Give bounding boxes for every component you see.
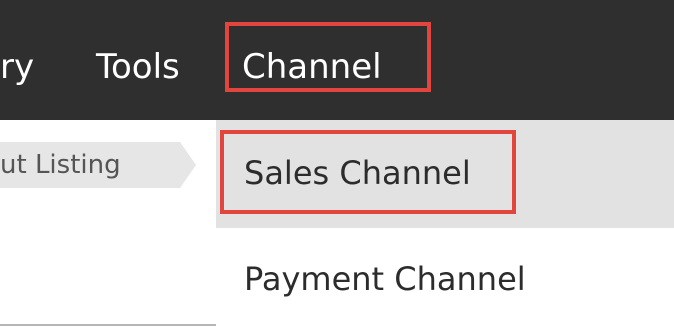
menu-item-payment-channel[interactable]: Payment Channel xyxy=(216,228,674,336)
divider xyxy=(0,324,216,326)
sales-channel-highlight-box xyxy=(220,130,516,214)
left-content-panel: ut Listing xyxy=(0,120,216,336)
breadcrumb-arrow xyxy=(180,142,196,188)
nav-item-partial[interactable]: ry xyxy=(0,40,34,94)
channel-highlight-box xyxy=(225,22,431,92)
nav-item-tools[interactable]: Tools xyxy=(96,40,180,94)
menu-item-label: Payment Channel xyxy=(244,260,526,298)
breadcrumb-label[interactable]: ut Listing xyxy=(0,142,121,188)
